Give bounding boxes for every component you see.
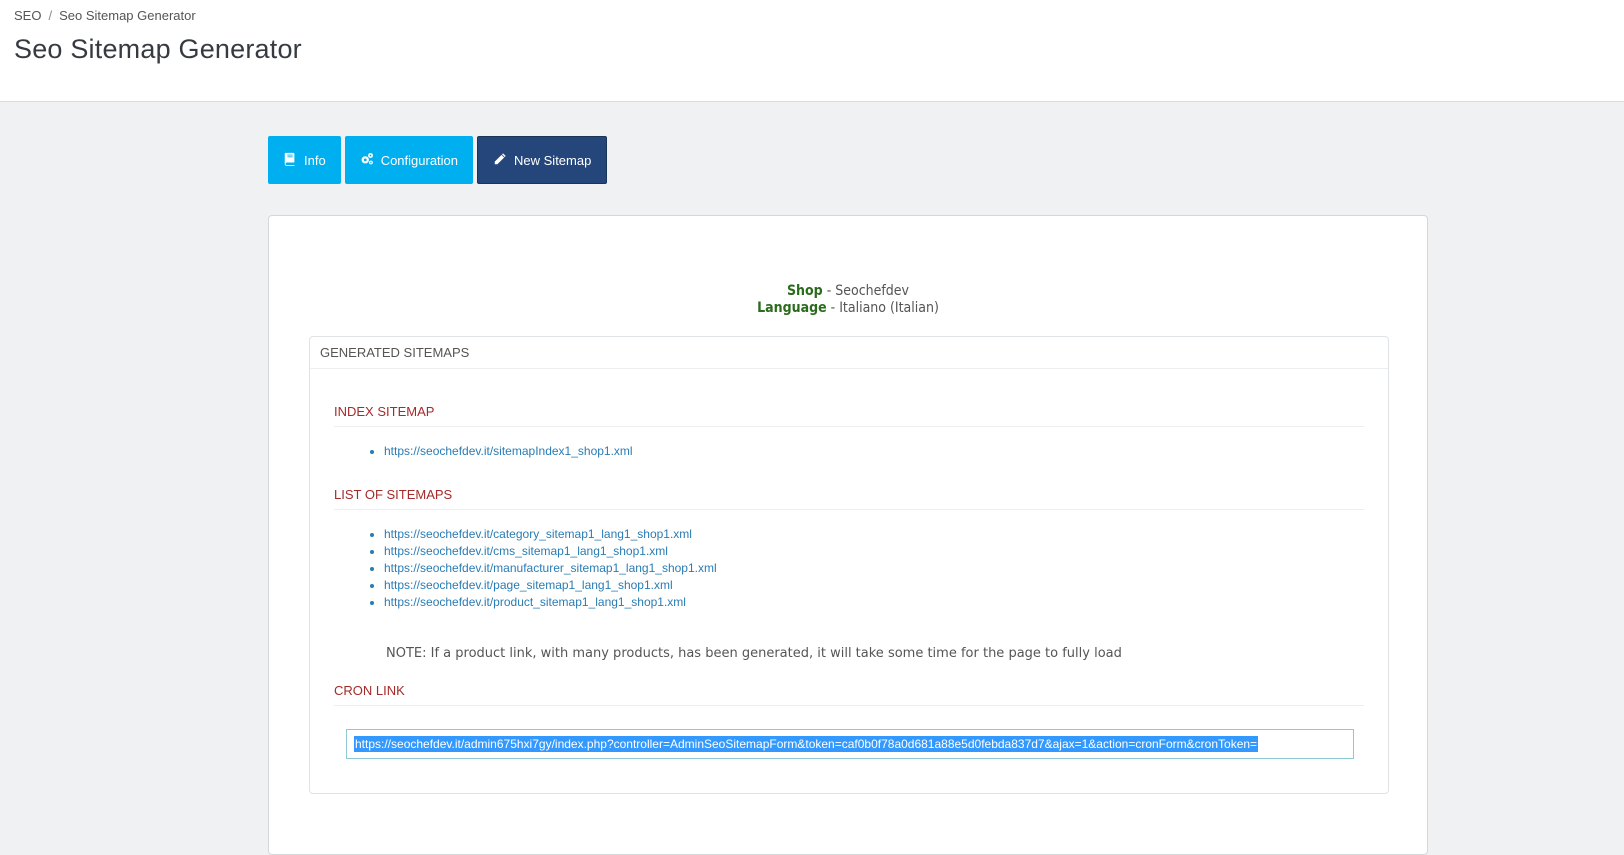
tab-new-sitemap-label: New Sitemap: [514, 152, 592, 168]
sitemaps-list: https://seochefdev.it/category_sitemap1_…: [362, 526, 717, 611]
breadcrumb-current: Seo Sitemap Generator: [59, 8, 196, 23]
list-item: https://seochefdev.it/manufacturer_sitem…: [384, 560, 717, 577]
tab-new-sitemap[interactable]: New Sitemap: [477, 136, 608, 184]
shop-label: Shop: [786, 283, 823, 299]
page-header: SEO / Seo Sitemap Generator Seo Sitemap Ge…: [0, 0, 1624, 102]
tab-info-label: Info: [304, 152, 326, 168]
shop-value: Seochefdev: [835, 283, 909, 299]
generated-sitemaps-heading: GENERATED SITEMAPS: [310, 337, 1388, 369]
shop-info: Shop - Seochefdev Language - Italiano (I…: [269, 283, 1427, 317]
pencil-icon: [493, 152, 507, 169]
language-value: Italiano (Italian): [839, 300, 939, 316]
list-item: https://seochefdev.it/product_sitemap1_l…: [384, 594, 717, 611]
sitemap-link[interactable]: https://seochefdev.it/category_sitemap1_…: [384, 527, 692, 541]
cogs-icon: [360, 152, 374, 169]
list-item: https://seochefdev.it/category_sitemap1_…: [384, 526, 717, 543]
list-of-sitemaps-title: LIST OF SITEMAPS: [334, 487, 1364, 510]
sitemap-link[interactable]: https://seochefdev.it/sitemapIndex1_shop…: [384, 444, 633, 458]
breadcrumb-parent[interactable]: SEO: [14, 8, 41, 23]
cron-link-title: CRON LINK: [334, 683, 1364, 706]
sitemap-link[interactable]: https://seochefdev.it/manufacturer_sitem…: [384, 561, 717, 575]
language-separator: -: [826, 300, 840, 316]
book-icon: [283, 152, 297, 169]
sitemap-link[interactable]: https://seochefdev.it/product_sitemap1_l…: [384, 595, 686, 609]
shop-separator: -: [822, 283, 836, 299]
index-sitemap-list: https://seochefdev.it/sitemapIndex1_shop…: [362, 443, 633, 460]
load-time-note: NOTE: If a product link, with many produ…: [386, 646, 1122, 661]
breadcrumb: SEO / Seo Sitemap Generator: [14, 8, 196, 23]
content-panel: Shop - Seochefdev Language - Italiano (I…: [268, 215, 1428, 855]
language-line: Language - Italiano (Italian): [269, 300, 1427, 317]
tab-configuration[interactable]: Configuration: [344, 136, 474, 184]
breadcrumb-separator: /: [48, 8, 53, 23]
generated-sitemaps-panel: GENERATED SITEMAPS INDEX SITEMAP https:/…: [309, 336, 1389, 794]
module-tabs: Info Configuration New Sitemap: [268, 136, 608, 184]
tab-configuration-label: Configuration: [380, 152, 459, 168]
page-title: Seo Sitemap Generator: [14, 34, 302, 64]
language-label: Language: [757, 300, 827, 316]
list-item: https://seochefdev.it/sitemapIndex1_shop…: [384, 443, 633, 460]
cron-link-field[interactable]: https://seochefdev.it/admin675hxi7gy/ind…: [346, 729, 1354, 759]
cron-link-value: https://seochefdev.it/admin675hxi7gy/ind…: [354, 736, 1259, 752]
sitemap-link[interactable]: https://seochefdev.it/cms_sitemap1_lang1…: [384, 544, 668, 558]
list-item: https://seochefdev.it/page_sitemap1_lang…: [384, 577, 717, 594]
index-sitemap-title: INDEX SITEMAP: [334, 404, 1364, 427]
shop-line: Shop - Seochefdev: [269, 283, 1427, 300]
list-item: https://seochefdev.it/cms_sitemap1_lang1…: [384, 543, 717, 560]
sitemap-link[interactable]: https://seochefdev.it/page_sitemap1_lang…: [384, 578, 673, 592]
tab-info[interactable]: Info: [268, 136, 341, 184]
